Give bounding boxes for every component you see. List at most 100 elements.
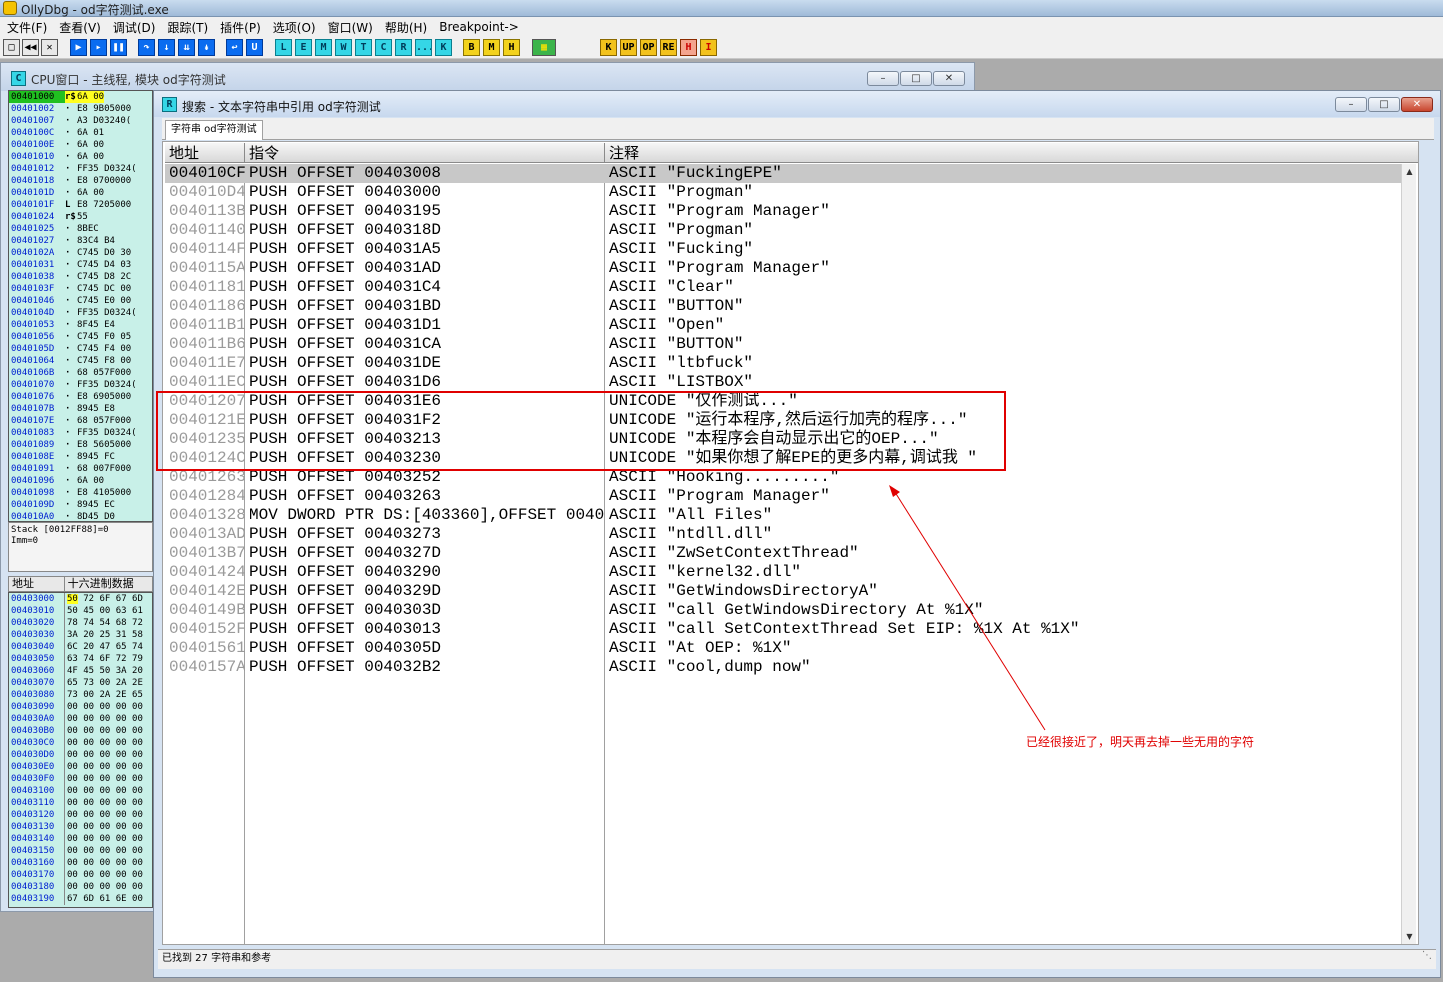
dump-col-address[interactable]: 地址 — [9, 577, 65, 591]
menu-trace[interactable]: 跟踪(T) — [164, 19, 211, 36]
disasm-row[interactable]: 0040101F L E8 7205000 — [9, 199, 152, 211]
dump-row[interactable]: 004030D0 00 00 00 00 00 — [9, 749, 152, 761]
step-over-icon[interactable]: ↓ — [158, 39, 175, 56]
close-process-icon[interactable]: ✕ — [41, 39, 58, 56]
dump-row[interactable]: 00403020 78 74 54 68 72 — [9, 617, 152, 629]
table-row[interactable]: 004011B6 PUSH OFFSET 004031CA ASCII "BUTTO… — [165, 335, 1412, 354]
toolbar-op-button[interactable]: OP — [640, 39, 657, 56]
plugin-icon[interactable]: ▦ — [532, 39, 556, 56]
dump-row[interactable]: 00403160 00 00 00 00 00 — [9, 857, 152, 869]
table-row[interactable]: 004013AD PUSH OFFSET 00403273 ASCII "ntdll… — [165, 525, 1412, 544]
disasm-row[interactable]: 00401064 · C745 F8 00 — [9, 355, 152, 367]
menu-file[interactable]: 文件(F) — [4, 19, 50, 36]
toolbar-breakpoints-button[interactable]: B — [463, 39, 480, 56]
disasm-row[interactable]: 00401031 · C745 D4 03 — [9, 259, 152, 271]
disasm-row[interactable]: 00401018 · E8 0700000 — [9, 175, 152, 187]
menu-options[interactable]: 选项(O) — [270, 19, 319, 36]
disasm-row[interactable]: 0040109D · 8945 EC — [9, 499, 152, 511]
disasm-row[interactable]: 00401053 · 8F45 E4 — [9, 319, 152, 331]
disasm-row[interactable]: 00401027 · 83C4 B4 — [9, 235, 152, 247]
disasm-row[interactable]: 00401002 · E8 9B05000 — [9, 103, 152, 115]
disasm-row[interactable]: 0040100E · 6A 00 — [9, 139, 152, 151]
vertical-scrollbar[interactable]: ▲ ▼ — [1401, 164, 1416, 944]
toolbar-windows-button[interactable]: W — [335, 39, 352, 56]
disasm-row[interactable]: 00401012 · FF35 D0324( — [9, 163, 152, 175]
disasm-row[interactable]: 0040105D · C745 F4 00 — [9, 343, 152, 355]
disasm-row[interactable]: 0040103F · C745 DC 00 — [9, 283, 152, 295]
disasm-row[interactable]: 00401010 · 6A 00 — [9, 151, 152, 163]
table-row[interactable]: 00401561 PUSH OFFSET 0040305D ASCII "At OE… — [165, 639, 1412, 658]
toolbar-run-trace-button[interactable]: ... — [415, 39, 432, 56]
disasm-row[interactable]: 00401046 · C745 E0 00 — [9, 295, 152, 307]
run-thread-icon[interactable]: ▸ — [90, 39, 107, 56]
toolbar-k-button[interactable]: K — [600, 39, 617, 56]
dump-row[interactable]: 00403140 00 00 00 00 00 — [9, 833, 152, 845]
table-row[interactable]: 0040114F PUSH OFFSET 004031A5 ASCII "Fucki… — [165, 240, 1412, 259]
disasm-row[interactable]: 0040107B · 8945 E8 — [9, 403, 152, 415]
dump-row[interactable]: 004030A0 00 00 00 00 00 — [9, 713, 152, 725]
dump-row[interactable]: 00403110 00 00 00 00 00 — [9, 797, 152, 809]
toolbar-h-button[interactable]: H — [680, 39, 697, 56]
table-row[interactable]: 0040113B PUSH OFFSET 00403195 ASCII "Progr… — [165, 202, 1412, 221]
dump-col-hex[interactable]: 十六进制数据 — [65, 577, 152, 591]
resize-grip-icon[interactable]: ⋱ — [1422, 947, 1432, 965]
toolbar-re-button[interactable]: RE — [660, 39, 677, 56]
execute-till-user-icon[interactable]: U — [246, 39, 263, 56]
column-header-address[interactable]: 地址 — [165, 143, 245, 163]
table-row[interactable]: 00401284 PUSH OFFSET 00403263 ASCII "Progr… — [165, 487, 1412, 506]
dump-row[interactable]: 00403100 00 00 00 00 00 — [9, 785, 152, 797]
disasm-row[interactable]: 00401083 · FF35 D0324( — [9, 427, 152, 439]
disasm-row[interactable]: 00401000 r$ 6A 00 — [9, 91, 152, 103]
disasm-row[interactable]: 004010A0 · 8D45 D0 — [9, 511, 152, 521]
disasm-row[interactable]: 0040102A · C745 D0 30 — [9, 247, 152, 259]
dump-row[interactable]: 00403090 00 00 00 00 00 — [9, 701, 152, 713]
menu-debug[interactable]: 调试(D) — [110, 19, 159, 36]
disasm-row[interactable]: 00401096 · 6A 00 — [9, 475, 152, 487]
toolbar-i-button[interactable]: I — [700, 39, 717, 56]
minimize-icon[interactable]: – — [1335, 97, 1367, 112]
dump-row[interactable]: 00403190 67 6D 61 6E 00 — [9, 893, 152, 905]
dump-row[interactable]: 00403170 00 00 00 00 00 — [9, 869, 152, 881]
disasm-row[interactable]: 0040106B · 68 057F000 — [9, 367, 152, 379]
tab-strings[interactable]: 字符串 od字符测试 — [165, 120, 263, 140]
dump-row[interactable]: 004030C0 00 00 00 00 00 — [9, 737, 152, 749]
rewind-icon[interactable]: ◀◀ — [22, 39, 39, 56]
dump-row[interactable]: 00403000 50 72 6F 67 6D — [9, 593, 152, 605]
minimize-icon[interactable]: – — [867, 71, 899, 86]
dump-row[interactable]: 00403050 63 74 6F 72 79 — [9, 653, 152, 665]
dump-row[interactable]: 00403180 00 00 00 00 00 — [9, 881, 152, 893]
table-row[interactable]: 00401424 PUSH OFFSET 00403290 ASCII "kerne… — [165, 563, 1412, 582]
disasm-row[interactable]: 00401007 · A3 D03240( — [9, 115, 152, 127]
disasm-row[interactable]: 00401098 · E8 4105000 — [9, 487, 152, 499]
toolbar-cpu-button[interactable]: C — [375, 39, 392, 56]
toolbar-memory-button[interactable]: M — [315, 39, 332, 56]
trace-over-icon[interactable]: ↡ — [198, 39, 215, 56]
disasm-row[interactable]: 00401038 · C745 D8 2C — [9, 271, 152, 283]
toolbar-hardware-bp-button[interactable]: H — [503, 39, 520, 56]
maximize-icon[interactable]: □ — [1368, 97, 1400, 112]
table-row[interactable]: 004011E7 PUSH OFFSET 004031DE ASCII "ltbfu… — [165, 354, 1412, 373]
disasm-row[interactable]: 0040104D · FF35 D0324( — [9, 307, 152, 319]
run-icon[interactable]: ▶ — [70, 39, 87, 56]
dump-row[interactable]: 00403120 00 00 00 00 00 — [9, 809, 152, 821]
disasm-row[interactable]: 00401024 r$ 55 — [9, 211, 152, 223]
dump-row[interactable]: 00403060 4F 45 50 3A 20 — [9, 665, 152, 677]
menu-plugins[interactable]: 插件(P) — [217, 19, 264, 36]
pause-icon[interactable]: ❚❚ — [110, 39, 127, 56]
table-row[interactable]: 00401140 PUSH OFFSET 0040318D ASCII "Progm… — [165, 221, 1412, 240]
disassembly-pane[interactable]: 00401000 r$ 6A 00 00401002 · E8 9B05000 004010… — [8, 90, 153, 522]
trace-into-icon[interactable]: ⇊ — [178, 39, 195, 56]
menu-breakpoint[interactable]: Breakpoint-> — [436, 20, 522, 34]
disasm-row[interactable]: 0040107E · 68 057F000 — [9, 415, 152, 427]
disasm-row[interactable]: 00401076 · E8 6905000 — [9, 391, 152, 403]
toolbar-threads-button[interactable]: T — [355, 39, 372, 56]
column-header-instruction[interactable]: 指令 — [245, 143, 605, 163]
table-row[interactable]: 0040157A PUSH OFFSET 004032B2 ASCII "cool,… — [165, 658, 1412, 677]
dump-row[interactable]: 00403080 73 00 2A 2E 65 — [9, 689, 152, 701]
dump-row[interactable]: 00403070 65 73 00 2A 2E — [9, 677, 152, 689]
dump-row[interactable]: 004030F0 00 00 00 00 00 — [9, 773, 152, 785]
execute-till-return-icon[interactable]: ↩ — [226, 39, 243, 56]
table-row[interactable]: 0040149B PUSH OFFSET 0040303D ASCII "call … — [165, 601, 1412, 620]
disasm-row[interactable]: 0040101D · 6A 00 — [9, 187, 152, 199]
toolbar-up-button[interactable]: UP — [620, 39, 637, 56]
